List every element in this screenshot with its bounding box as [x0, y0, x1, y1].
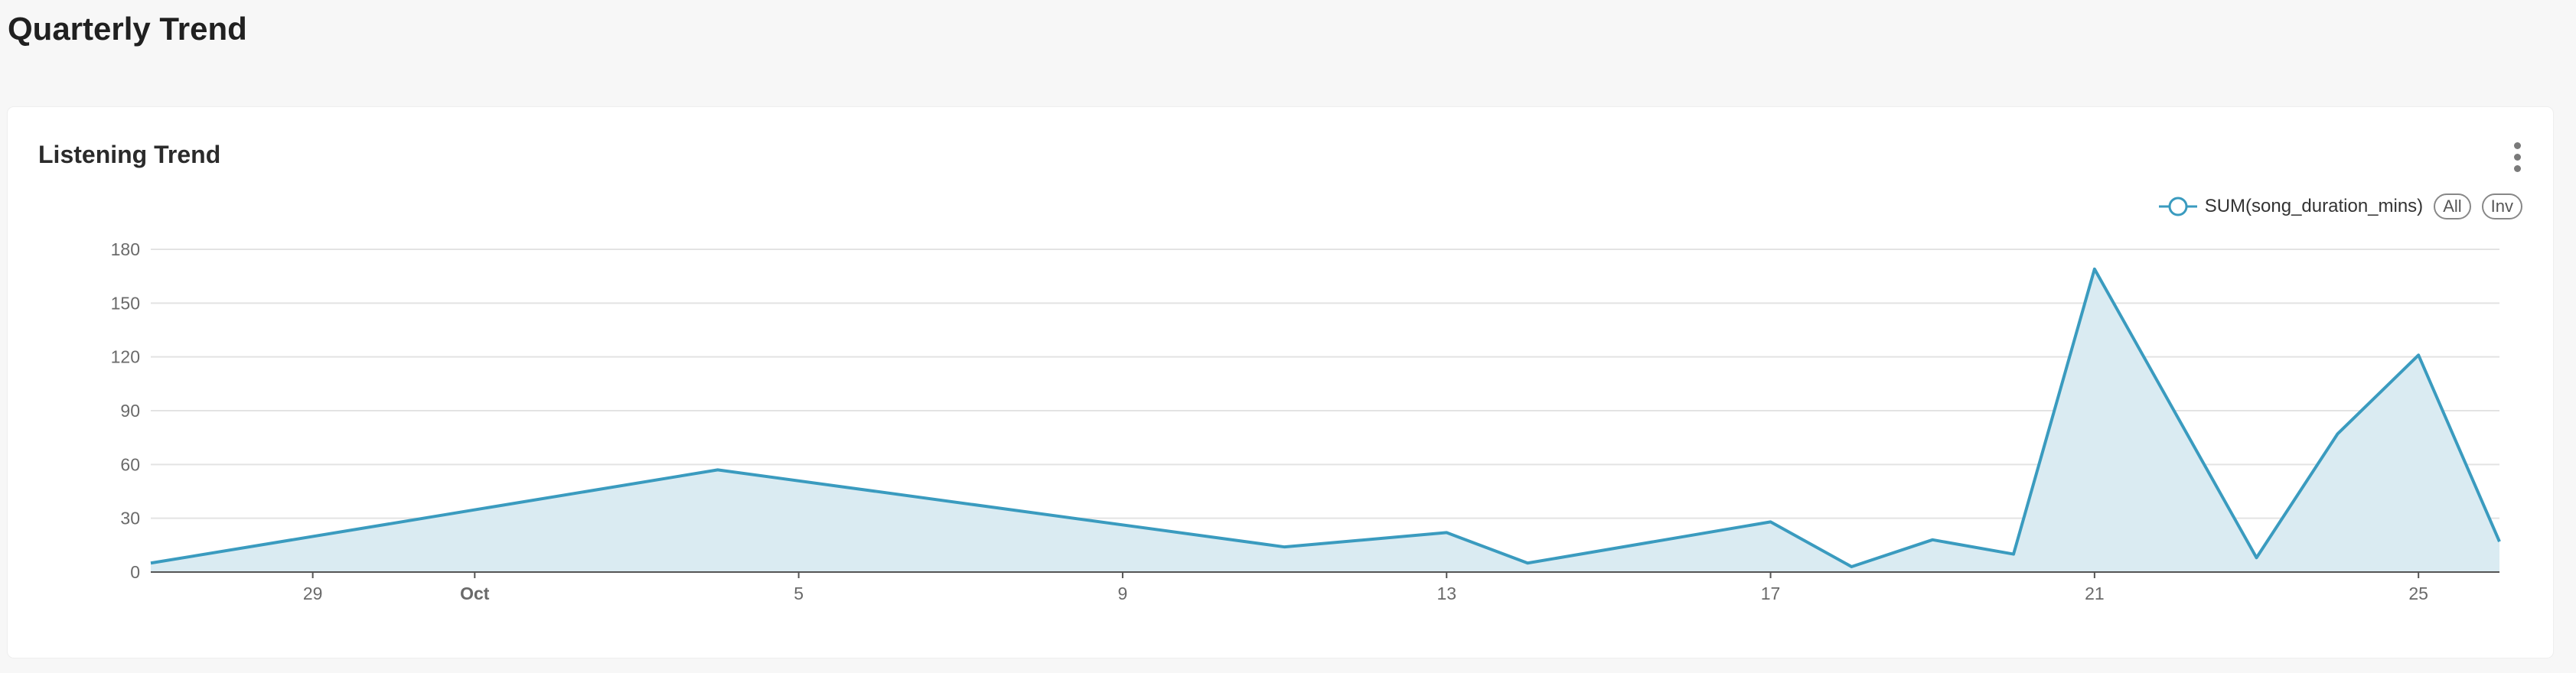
x-tick-label: 9 — [1118, 584, 1128, 603]
data-point — [148, 561, 153, 565]
y-tick-label: 90 — [120, 401, 140, 421]
data-point — [2497, 539, 2502, 544]
y-tick-label: 120 — [111, 347, 140, 367]
data-point — [1525, 561, 1530, 565]
data-point — [2255, 555, 2259, 560]
x-tick-label: Oct — [460, 584, 490, 603]
x-tick-label: 21 — [2085, 584, 2105, 603]
x-tick-label: 29 — [303, 584, 323, 603]
y-tick-label: 180 — [111, 239, 140, 259]
chart-card: Listening Trend 0 30 60 90 120 150 180 29 Oct 5 9 1… — [8, 107, 2553, 658]
legend-item-series[interactable]: SUM(song_duration_mins) — [2158, 195, 2424, 218]
data-point — [1283, 545, 1287, 549]
data-point — [1769, 519, 1773, 524]
y-tick-label: 60 — [120, 454, 140, 474]
legend-all-button[interactable]: All — [2434, 193, 2471, 219]
page-title: Quarterly Trend — [8, 11, 247, 47]
x-tick-label: 25 — [2408, 584, 2428, 603]
y-tick-label: 30 — [120, 509, 140, 528]
y-tick-label: 0 — [130, 562, 140, 582]
data-point — [1444, 530, 1449, 535]
data-point — [1849, 564, 1854, 569]
x-tick-label: 5 — [794, 584, 804, 603]
data-point — [2011, 552, 2016, 557]
series-area — [151, 268, 2499, 572]
data-point — [2092, 267, 2097, 271]
legend-series-label: SUM(song_duration_mins) — [2204, 196, 2424, 216]
y-tick-label: 150 — [111, 293, 140, 313]
x-tick-label: 17 — [1761, 584, 1781, 603]
data-point — [2416, 353, 2421, 357]
data-point — [716, 467, 720, 472]
legend: SUM(song_duration_mins) All Inv — [2158, 191, 2522, 222]
chart-area: 0 30 60 90 120 150 180 29 Oct 5 9 13 17 21 25 — [111, 239, 2502, 603]
data-point — [2335, 431, 2340, 436]
data-point — [1930, 538, 1935, 542]
circle-line-marker-icon — [2158, 197, 2197, 216]
x-tick-label: 13 — [1436, 584, 1456, 603]
legend-inv-button[interactable]: Inv — [2481, 193, 2522, 219]
